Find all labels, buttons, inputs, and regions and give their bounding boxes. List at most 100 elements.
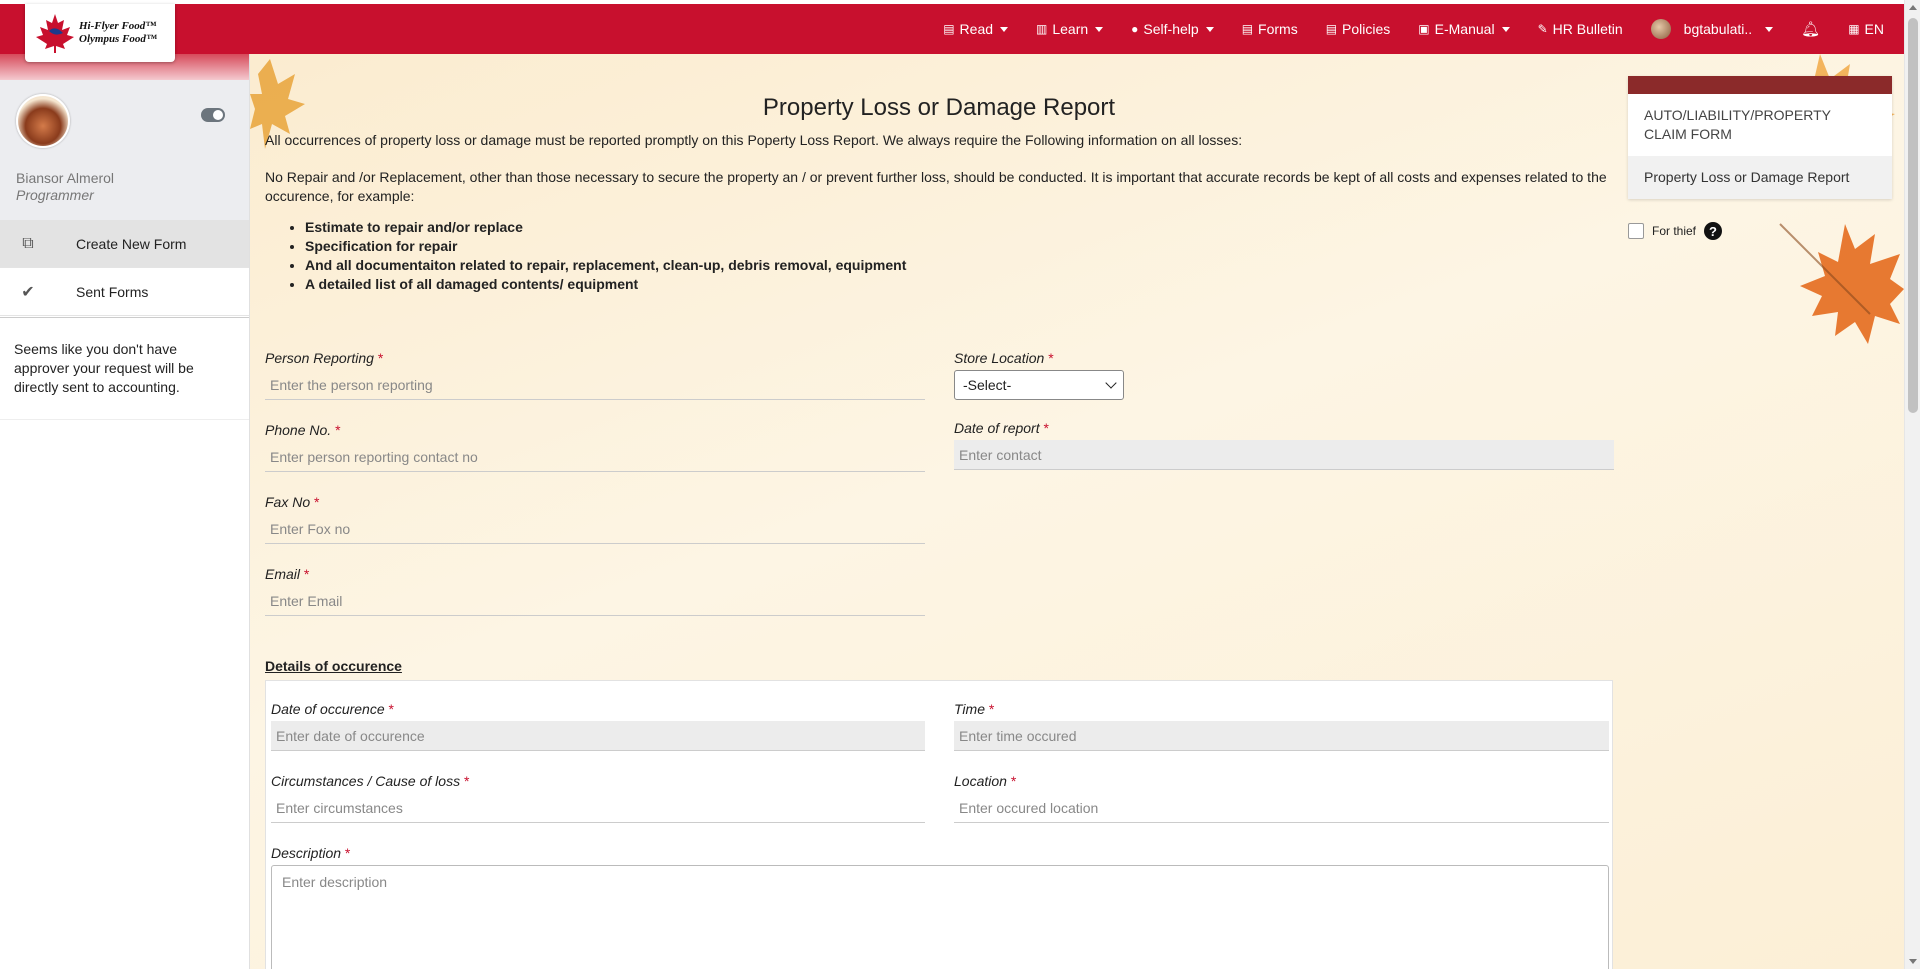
chevron-down-icon	[1205, 26, 1214, 32]
circumstances-field: Circumstances / Cause of loss *	[271, 773, 925, 823]
avatar[interactable]	[16, 94, 70, 148]
sidebar-item-label: Create New Form	[76, 235, 187, 252]
email-label: Email *	[265, 566, 310, 582]
for-thief-option: For thief ?	[1628, 222, 1723, 240]
location-label: Location *	[954, 773, 1017, 789]
phone-input[interactable]	[265, 442, 925, 472]
description-label: Description *	[271, 845, 351, 861]
manual-icon: ▣	[1418, 22, 1430, 36]
fax-input[interactable]	[265, 514, 925, 544]
profile-card: Biansor Almerol Programmer	[0, 80, 249, 220]
sidebar-item-sent-forms[interactable]: ✔ Sent Forms	[0, 268, 249, 316]
sidebar: Biansor Almerol Programmer ⧉ Create New …	[0, 54, 250, 969]
nav-hr-bulletin[interactable]: ✎ HR Bulletin	[1524, 4, 1637, 54]
nav-user-label: bgtabulati..	[1683, 21, 1753, 37]
fax-field: Fax No *	[265, 494, 925, 544]
date-of-report-label: Date of report *	[954, 420, 1049, 436]
form-list-item-property-loss[interactable]: Property Loss or Damage Report	[1628, 156, 1892, 199]
self-help-icon: ●	[1131, 22, 1139, 36]
email-input[interactable]	[265, 586, 925, 616]
help-icon[interactable]: ?	[1704, 222, 1723, 240]
page-title: Property Loss or Damage Report	[762, 94, 1116, 121]
form-list-panel: AUTO/LIABILITY/PROPERTY CLAIM FORM Prope…	[1628, 76, 1892, 199]
top-navbar: Hi-Flyer Food™ Olympus Food™ ▤ Read ▥ Le…	[0, 4, 1904, 62]
location-field: Location *	[954, 773, 1609, 823]
translate-icon: ▦	[1848, 22, 1860, 36]
nav-forms[interactable]: ▤ Forms	[1228, 4, 1312, 54]
book-icon: ▥	[1036, 22, 1048, 36]
description-placeholder: Enter description	[282, 874, 388, 890]
chevron-down-icon	[1105, 377, 1117, 389]
date-of-report-field: Date of report *	[954, 420, 1614, 470]
person-reporting-field: Person Reporting *	[265, 350, 925, 400]
list-item: A detailed list of all damaged contents/…	[305, 275, 1613, 294]
date-of-occurence-field: Date of occurence *	[271, 701, 925, 751]
chevron-down-icon	[1501, 26, 1510, 32]
nav-learn-label: Learn	[1052, 21, 1089, 37]
time-label: Time *	[954, 701, 995, 717]
page-scrollbar[interactable]	[1904, 0, 1920, 969]
nav-self-help[interactable]: ● Self-help	[1117, 4, 1228, 54]
for-thief-checkbox[interactable]	[1628, 223, 1644, 239]
circumstances-input[interactable]	[271, 793, 925, 823]
sidebar-item-create-new-form[interactable]: ⧉ Create New Form	[0, 220, 249, 268]
fax-label: Fax No *	[265, 494, 320, 510]
nav-policies[interactable]: ▤ Policies	[1312, 4, 1405, 54]
scroll-up-icon[interactable]	[1909, 5, 1917, 10]
chevron-down-icon	[1000, 26, 1009, 32]
maple-leaf-logo-icon	[36, 14, 74, 53]
pin-icon: ✎	[1537, 22, 1548, 36]
user-role: Programmer	[16, 187, 94, 203]
copy-icon: ⧉	[22, 234, 34, 252]
date-of-report-input[interactable]	[954, 440, 1614, 470]
brand-line-1: Hi-Flyer Food™	[79, 20, 157, 32]
store-location-select[interactable]: -Select-	[954, 370, 1124, 400]
date-of-occurence-input[interactable]	[271, 721, 925, 751]
nav-policies-label: Policies	[1342, 21, 1391, 37]
bell-icon: 🔔︎	[1801, 21, 1821, 38]
language-label: EN	[1864, 21, 1884, 37]
phone-label: Phone No. *	[265, 422, 341, 438]
nav-e-manual[interactable]: ▣ E-Manual	[1404, 4, 1523, 54]
person-reporting-label: Person Reporting *	[265, 350, 384, 366]
nav-learn[interactable]: ▥ Learn	[1022, 4, 1117, 54]
store-location-field: Store Location * -Select-	[954, 350, 1154, 400]
list-item: Specification for repair	[305, 237, 1613, 256]
brand-line-2: Olympus Food™	[79, 33, 157, 45]
sidebar-item-label: Sent Forms	[76, 283, 149, 300]
scroll-down-icon[interactable]	[1909, 959, 1917, 964]
location-input[interactable]	[954, 793, 1609, 823]
chevron-down-icon	[1765, 26, 1774, 32]
notifications-button[interactable]: 🔔︎	[1787, 4, 1834, 54]
user-avatar	[1650, 19, 1671, 39]
circumstances-label: Circumstances / Cause of loss *	[271, 773, 470, 789]
nav-read[interactable]: ▤ Read	[929, 4, 1022, 54]
description-textarea[interactable]: Enter description	[271, 865, 1609, 969]
nav-read-label: Read	[959, 21, 994, 37]
person-reporting-input[interactable]	[265, 370, 925, 400]
nav-user-menu[interactable]: bgtabulati..	[1637, 4, 1788, 54]
check-icon: ✔	[21, 283, 35, 301]
form-content: Property Loss or Damage Report All occur…	[265, 54, 1613, 294]
date-of-occurence-label: Date of occurence *	[271, 701, 394, 717]
nav-forms-label: Forms	[1258, 21, 1298, 37]
intro-text-2: No Repair and /or Replacement, other tha…	[265, 169, 1607, 204]
details-panel: Date of occurence * Time * Circumstances…	[265, 680, 1613, 969]
phone-field: Phone No. *	[265, 422, 925, 472]
form-list-item-auto-liability[interactable]: AUTO/LIABILITY/PROPERTY CLAIM FORM	[1628, 94, 1892, 156]
brand-logo[interactable]: Hi-Flyer Food™ Olympus Food™	[25, 4, 175, 62]
requirements-list: Estimate to repair and/or replace Specif…	[265, 218, 1613, 294]
approver-note: Seems like you don't have approver your …	[0, 317, 249, 420]
language-button[interactable]: ▦ EN	[1834, 4, 1888, 54]
store-location-label: Store Location *	[954, 350, 1054, 366]
sidebar-toggle[interactable]	[201, 108, 225, 122]
time-input[interactable]	[954, 721, 1609, 751]
nav-hr-bulletin-label: HR Bulletin	[1552, 21, 1623, 37]
form-list-header	[1628, 76, 1892, 94]
time-field: Time *	[954, 701, 1609, 751]
nav-e-manual-label: E-Manual	[1434, 21, 1495, 37]
nav-self-help-label: Self-help	[1143, 21, 1199, 37]
user-name: Biansor Almerol	[16, 170, 115, 186]
chevron-down-icon	[1095, 26, 1104, 32]
scroll-thumb[interactable]	[1908, 18, 1918, 413]
